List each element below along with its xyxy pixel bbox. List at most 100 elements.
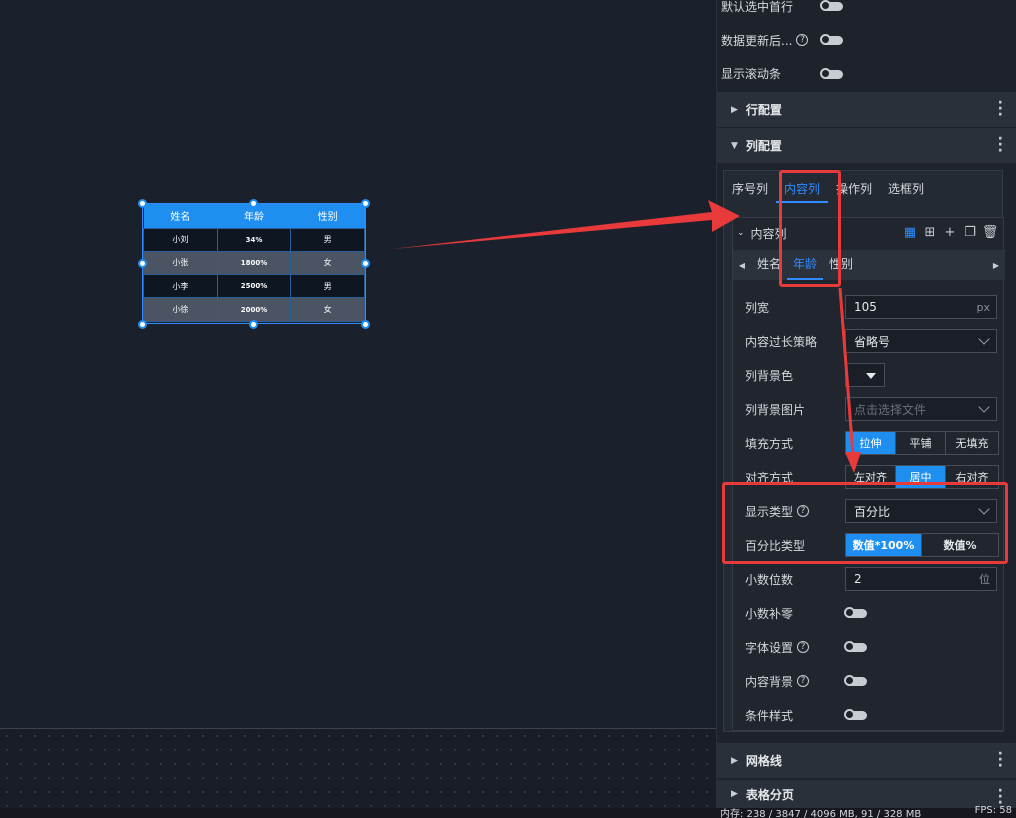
decimals-input[interactable]: 2 位 (845, 567, 997, 591)
more-vertical-icon[interactable]: · · · (998, 784, 1003, 808)
table-row: 小李 2500% 男 (143, 274, 365, 299)
resize-handle-w[interactable] (138, 259, 147, 268)
more-vertical-icon[interactable]: · · · (998, 96, 1003, 122)
bg-color-picker[interactable] (845, 363, 885, 387)
data-update-label: 数据更新后... (721, 33, 793, 48)
delete-icon[interactable]: 🗑 (982, 225, 999, 240)
font-setting-label: 字体设置 (745, 640, 794, 655)
arrow-right-icon[interactable]: ▶ (987, 261, 1005, 270)
show-scrollbar-label: 显示滚动条 (721, 66, 782, 81)
section-row-config-title: 行配置 (745, 103, 782, 117)
resize-handle-sw[interactable] (138, 320, 147, 329)
resize-handle-s[interactable] (249, 320, 258, 329)
show-scrollbar-row: 显示滚动条 (721, 63, 781, 83)
arrow-left-icon[interactable]: ◀ (733, 261, 751, 270)
resize-handle-n[interactable] (249, 199, 258, 208)
col-width-label: 列宽 (745, 300, 770, 315)
more-vertical-icon[interactable]: · · · (998, 132, 1003, 158)
resize-handle-ne[interactable] (361, 199, 370, 208)
resize-handle-e[interactable] (361, 259, 370, 268)
default-select-first-row-toggle[interactable] (820, 0, 843, 11)
copy-icon[interactable]: ❐ (963, 225, 977, 240)
table-widget[interactable]: 姓名 年龄 性别 小刘 34% 男 小张 1800% 女 小李 2500% 男 … (142, 203, 366, 324)
decimals-label: 小数位数 (745, 572, 794, 587)
decimals-unit: 位 (979, 573, 990, 586)
fps-status: FPS: 58 (974, 805, 1012, 816)
fill-none-button[interactable]: 无填充 (946, 432, 998, 454)
pad-zero-toggle[interactable] (844, 607, 867, 618)
section-col-config[interactable]: ▼ 列配置 · · · (717, 128, 1016, 163)
overflow-select[interactable]: 省略号 (845, 329, 997, 353)
table-header-name: 姓名 (143, 204, 218, 228)
resize-handle-se[interactable] (361, 320, 370, 329)
table-row: 小徐 2000% 女 (143, 297, 365, 322)
highlight-box-percent (722, 482, 1008, 564)
caret-right-icon: ▶ (731, 104, 738, 115)
table-cell: 小徐 (143, 297, 218, 322)
grid-icon[interactable]: ⊞ (923, 225, 937, 240)
section-grid-lines-title: 网格线 (745, 754, 782, 768)
help-icon[interactable]: ? (796, 34, 809, 46)
bg-image-placeholder: 点击选择文件 (854, 402, 927, 417)
col-width-input[interactable]: 105 px (845, 295, 997, 319)
content-bg-label: 内容背景 (745, 674, 794, 689)
font-setting-toggle[interactable] (844, 641, 867, 652)
section-pagination-title: 表格分页 (745, 787, 794, 802)
help-icon[interactable]: ? (797, 675, 810, 687)
cond-style-toggle[interactable] (844, 709, 867, 720)
pad-zero-label: 小数补零 (745, 606, 794, 621)
column-tabs: ◀ 姓名 年龄 性别 ▶ (733, 250, 1005, 280)
caret-right-icon: ▶ (731, 789, 738, 799)
content-bg-toggle[interactable] (844, 675, 867, 686)
more-vertical-icon[interactable]: · · · (998, 747, 1003, 773)
resize-handle-nw[interactable] (138, 199, 147, 208)
bg-image-select[interactable]: 点击选择文件 (845, 397, 997, 421)
fill-label: 填充方式 (745, 436, 794, 451)
fill-tile-button[interactable]: 平铺 (896, 432, 946, 454)
table-widget-grid: 姓名 年龄 性别 小刘 34% 男 小张 1800% 女 小李 2500% 男 … (143, 204, 365, 322)
table-cell: 小张 (143, 250, 218, 276)
content-col-tools: ▦ ⊞ + ❐ 🗑 (903, 225, 999, 240)
table-cell: 男 (290, 274, 365, 299)
col-width-value: 105 (854, 300, 877, 314)
section-row-config[interactable]: ▶ 行配置 · · · (717, 92, 1016, 127)
font-setting-row: 字体设置 ? (745, 635, 810, 659)
overflow-value: 省略号 (854, 334, 891, 349)
data-update-toggle[interactable] (820, 34, 843, 45)
table-cell: 男 (290, 227, 365, 252)
chevron-down-icon (978, 333, 990, 345)
table-cell: 小李 (143, 274, 218, 299)
editor-canvas[interactable] (0, 0, 716, 728)
show-scrollbar-toggle[interactable] (820, 68, 843, 79)
col-config-body: 序号列 内容列 操作列 选框列 ⌄ 内容列 ▦ ⊞ + ❐ 🗑 ◀ 姓名 年龄 (723, 170, 1005, 732)
help-icon[interactable]: ? (797, 641, 810, 653)
tab-index-col[interactable]: 序号列 (724, 179, 776, 203)
table-header-gender: 性别 (290, 204, 365, 228)
section-grid-lines[interactable]: ▶ 网格线 · · · (717, 743, 1016, 778)
content-col-header: ⌄ 内容列 ▦ ⊞ + ❐ 🗑 (737, 222, 999, 244)
chevron-down-icon[interactable]: ⌄ (737, 228, 745, 238)
property-panel: 默认选中首行 数据更新后... ? 显示滚动条 ▶ 行配置 · · · ▼ 列配置 … (716, 0, 1016, 808)
tab-checkbox-col[interactable]: 选框列 (880, 179, 932, 203)
fill-segmented: 拉伸 平铺 无填充 (845, 431, 999, 455)
col-width-unit: px (976, 300, 991, 314)
default-select-first-row: 默认选中首行 (721, 0, 793, 16)
table-cell: 1800% (216, 250, 292, 276)
highlight-box-tabs (779, 170, 841, 287)
content-bg-row: 内容背景 ? (745, 669, 810, 693)
table-row: 小张 1800% 女 (143, 250, 365, 276)
caret-right-icon: ▶ (731, 755, 738, 766)
table-row: 小刘 34% 男 (143, 227, 365, 252)
section-col-config-title: 列配置 (745, 139, 782, 153)
fill-stretch-button[interactable]: 拉伸 (846, 432, 896, 454)
section-pagination[interactable]: ▶ 表格分页 · · · (717, 780, 1016, 808)
table-cell: 34% (216, 227, 292, 252)
layout-icon[interactable]: ▦ (903, 225, 917, 240)
memory-status: 内存: 238 / 3847 / 4096 MB, 91 / 328 MB (720, 809, 922, 818)
add-icon[interactable]: + (943, 225, 957, 240)
table-cell: 2000% (216, 297, 292, 322)
canvas-footer-grid (0, 728, 716, 808)
overflow-label: 内容过长策略 (745, 334, 818, 349)
table-cell: 女 (290, 297, 365, 322)
decimals-value: 2 (854, 572, 862, 586)
